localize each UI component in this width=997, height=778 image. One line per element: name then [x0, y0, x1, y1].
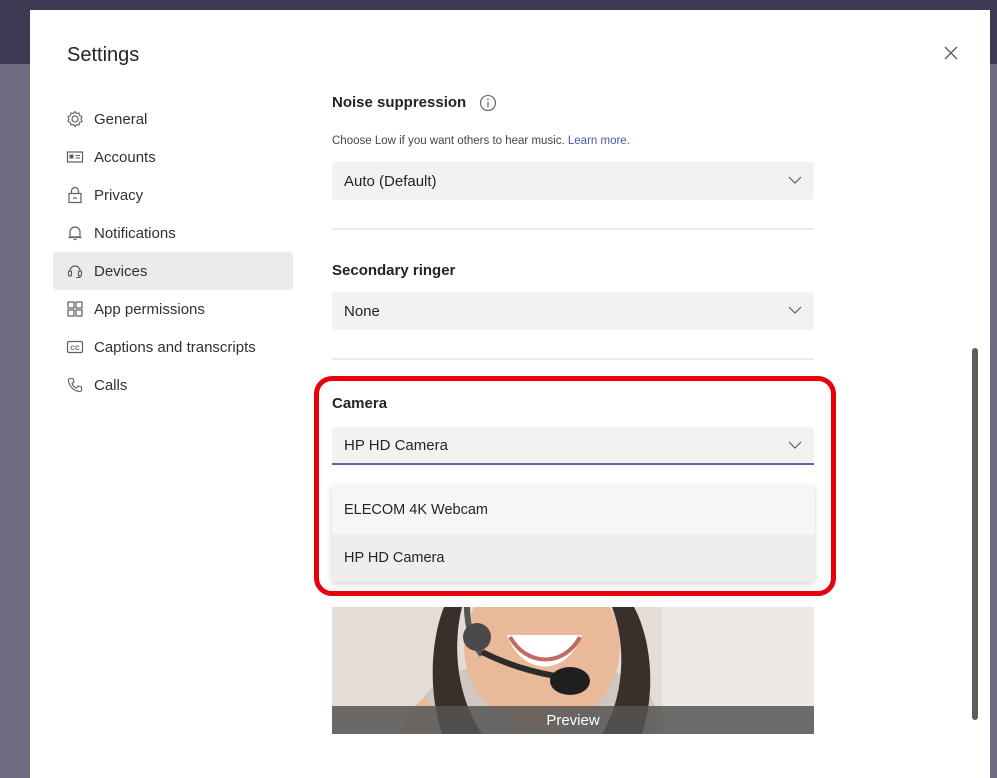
- secondary-ringer-value: None: [344, 302, 380, 320]
- camera-dropdown-list: ELECOM 4K Webcam HP HD Camera: [332, 486, 814, 582]
- nav-item-general[interactable]: General: [53, 100, 293, 138]
- apps-icon: [65, 299, 85, 319]
- id-card-icon: [65, 147, 85, 167]
- camera-option-elecom[interactable]: ELECOM 4K Webcam: [332, 486, 814, 534]
- noise-suppression-hint: Choose Low if you want others to hear mu…: [332, 135, 630, 147]
- nav-item-accounts[interactable]: Accounts: [53, 138, 293, 176]
- secondary-ringer-select[interactable]: None: [332, 292, 814, 330]
- close-icon: [944, 46, 958, 60]
- nav-label-general: General: [94, 110, 148, 128]
- nav-label-app-permissions: App permissions: [94, 300, 205, 318]
- info-icon[interactable]: [479, 94, 497, 112]
- nav-label-devices: Devices: [94, 262, 148, 280]
- nav-item-app-permissions[interactable]: App permissions: [53, 290, 293, 328]
- gear-icon: [65, 109, 85, 129]
- background-app-left: [0, 64, 30, 778]
- content-scrollbar[interactable]: [972, 348, 980, 728]
- nav-item-calls[interactable]: Calls: [53, 366, 293, 404]
- chevron-down-icon: [788, 176, 802, 184]
- close-button[interactable]: [940, 42, 962, 64]
- captions-icon: CC: [65, 337, 85, 357]
- nav-item-notifications[interactable]: Notifications: [53, 214, 293, 252]
- devices-icon: [65, 261, 85, 281]
- nav-label-captions: Captions and transcripts: [94, 338, 256, 356]
- camera-select[interactable]: HP HD Camera: [332, 427, 814, 465]
- nav-item-devices[interactable]: Devices: [53, 252, 293, 290]
- preview-label: Preview: [332, 706, 814, 734]
- chevron-down-icon: [788, 441, 802, 449]
- noise-suppression-title: Noise suppression: [332, 94, 467, 111]
- noise-suppression-section: Noise suppression: [332, 94, 497, 112]
- nav-item-captions[interactable]: CC Captions and transcripts: [53, 328, 293, 366]
- nav-item-privacy[interactable]: Privacy: [53, 176, 293, 214]
- noise-suppression-value: Auto (Default): [344, 172, 437, 190]
- secondary-ringer-title: Secondary ringer: [332, 262, 456, 279]
- nav-label-accounts: Accounts: [94, 148, 156, 166]
- noise-suppression-select[interactable]: Auto (Default): [332, 162, 814, 200]
- svg-text:CC: CC: [70, 345, 80, 352]
- camera-value: HP HD Camera: [344, 436, 448, 454]
- nav-label-calls: Calls: [94, 376, 128, 394]
- lock-icon: [65, 185, 85, 205]
- nav-label-privacy: Privacy: [94, 186, 144, 204]
- scrollbar-thumb[interactable]: [972, 348, 978, 720]
- phone-icon: [65, 375, 85, 395]
- noise-hint-text: Choose Low if you want others to hear mu…: [332, 135, 565, 147]
- background-app-right: [990, 64, 997, 778]
- nav-label-notifications: Notifications: [94, 224, 176, 242]
- section-divider: [332, 358, 814, 360]
- bell-icon: [65, 223, 85, 243]
- settings-nav: General Accounts Privacy Notifications D…: [53, 100, 293, 404]
- camera-preview: Preview: [332, 607, 814, 734]
- settings-dialog: Settings General Accounts Privacy Notifi…: [30, 10, 990, 778]
- dialog-title: Settings: [67, 44, 140, 66]
- camera-option-hp[interactable]: HP HD Camera: [332, 534, 814, 582]
- section-divider: [332, 228, 814, 230]
- learn-more-link[interactable]: Learn more.: [568, 135, 630, 147]
- chevron-down-icon: [788, 306, 802, 314]
- camera-title: Camera: [332, 395, 388, 412]
